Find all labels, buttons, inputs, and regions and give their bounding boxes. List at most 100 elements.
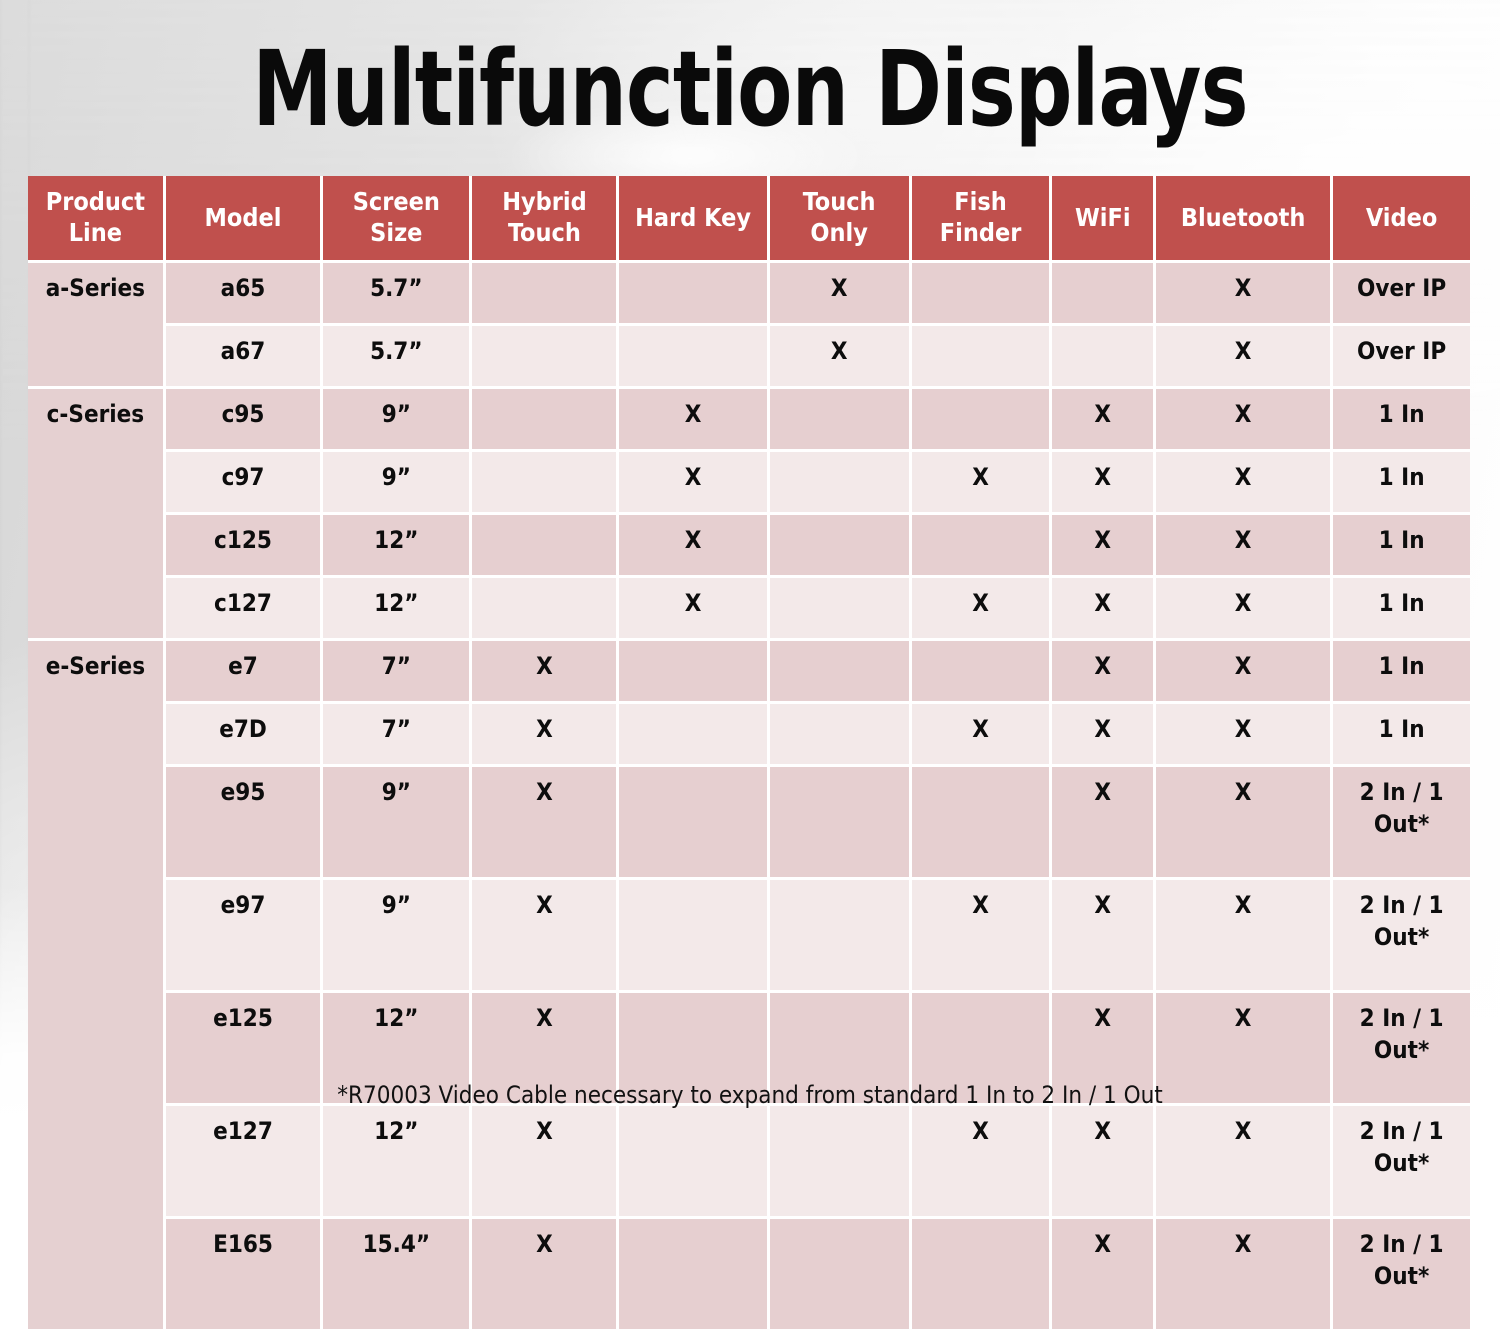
cell-video: 2 In / 1 Out*: [1333, 1219, 1470, 1332]
cell-bluetooth: X: [1156, 326, 1334, 389]
cell-model: a67: [165, 326, 324, 389]
cell-bluetooth: X: [1156, 704, 1334, 767]
cell-video: 1 In: [1333, 578, 1470, 641]
cell-wifi: X: [1052, 1106, 1157, 1219]
cell-model: e97: [165, 880, 324, 993]
cell-hybrid_touch: [472, 263, 620, 326]
cell-bluetooth: X: [1156, 389, 1334, 452]
cell-hard_key: [619, 1219, 770, 1332]
table-row: c127 12” X X X X 1 In: [28, 578, 1470, 641]
cell-wifi: X: [1052, 704, 1157, 767]
cell-wifi: X: [1052, 880, 1157, 993]
table-row: e127 12” X X X X 2 In / 1 Out*: [28, 1106, 1470, 1219]
column-header-bluetooth: Bluetooth: [1156, 176, 1334, 263]
cell-fish_finder: [911, 263, 1053, 326]
cell-hybrid_touch: X: [472, 1219, 620, 1332]
cell-bluetooth: X: [1156, 515, 1334, 578]
cell-wifi: X: [1052, 578, 1157, 641]
cell-bluetooth: X: [1156, 1106, 1334, 1219]
cell-wifi: X: [1052, 389, 1157, 452]
cell-screen_size: 5.7”: [323, 326, 473, 389]
table-row: c97 9” X X X X 1 In: [28, 452, 1470, 515]
cell-hard_key: [619, 326, 770, 389]
cell-fish_finder: X: [911, 578, 1053, 641]
cell-wifi: X: [1052, 641, 1157, 704]
cell-fish_finder: X: [911, 452, 1053, 515]
cell-hybrid_touch: X: [472, 704, 620, 767]
column-header-screen-size: Screen Size: [323, 176, 473, 263]
table-row: a-Series a65 5.7” X X Over IP: [28, 263, 1470, 389]
cell-screen_size: 12”: [323, 578, 473, 641]
cell-video: 1 In: [1333, 515, 1470, 578]
cell-bluetooth: X: [1156, 641, 1334, 704]
column-header-wifi: WiFi: [1052, 176, 1157, 263]
cell-hard_key: [619, 767, 770, 880]
cell-hard_key: [619, 1106, 770, 1219]
product-line-cell: e-Series: [28, 641, 166, 1332]
cell-fish_finder: X: [911, 1106, 1053, 1219]
cell-video: 1 In: [1333, 641, 1470, 704]
cell-video: 2 In / 1 Out*: [1333, 880, 1470, 993]
cell-model: e127: [165, 1106, 324, 1219]
table-row: e95 9” X X X 2 In / 1 Out*: [28, 767, 1470, 880]
cell-screen_size: 9”: [323, 452, 473, 515]
table-row: c125 12” X X X 1 In: [28, 515, 1470, 578]
cell-screen_size: 5.7”: [323, 263, 473, 326]
cell-video: 1 In: [1333, 389, 1470, 452]
cell-hard_key: [619, 704, 770, 767]
cell-touch_only: [769, 767, 912, 880]
cell-fish_finder: [911, 1219, 1053, 1332]
table-row: a67 5.7” X X Over IP: [28, 326, 1470, 389]
cell-fish_finder: X: [911, 880, 1053, 993]
cell-wifi: X: [1052, 452, 1157, 515]
table-row: E165 15.4” X X X 2 In / 1 Out*: [28, 1219, 1470, 1332]
cell-fish_finder: [911, 389, 1053, 452]
cell-hard_key: X: [619, 515, 770, 578]
cell-hard_key: X: [619, 578, 770, 641]
cell-video: 2 In / 1 Out*: [1333, 767, 1470, 880]
cell-hard_key: X: [619, 389, 770, 452]
cell-wifi: [1052, 326, 1157, 389]
cell-screen_size: 9”: [323, 767, 473, 880]
cell-touch_only: [769, 1106, 912, 1219]
cell-wifi: X: [1052, 767, 1157, 880]
cell-model: c125: [165, 515, 324, 578]
cell-model: c95: [165, 389, 324, 452]
cell-video: 2 In / 1 Out*: [1333, 1106, 1470, 1219]
product-line-cell: a-Series: [28, 263, 166, 389]
cell-hybrid_touch: [472, 515, 620, 578]
cell-screen_size: 12”: [323, 1106, 473, 1219]
cell-bluetooth: X: [1156, 1219, 1334, 1332]
cell-model: E165: [165, 1219, 324, 1332]
cell-hard_key: [619, 263, 770, 326]
cell-model: a65: [165, 263, 324, 326]
cell-wifi: X: [1052, 515, 1157, 578]
cell-hybrid_touch: X: [472, 1106, 620, 1219]
cell-touch_only: [769, 389, 912, 452]
cell-screen_size: 9”: [323, 389, 473, 452]
column-header-touch-only: Touch Only: [769, 176, 912, 263]
column-header-hybrid-touch: Hybrid Touch: [472, 176, 620, 263]
cell-screen_size: 7”: [323, 704, 473, 767]
table-row: c-Series c95 9” X X X 1 In: [28, 389, 1470, 641]
cell-model: c127: [165, 578, 324, 641]
cell-screen_size: 7”: [323, 641, 473, 704]
cell-wifi: X: [1052, 1219, 1157, 1332]
cell-touch_only: [769, 641, 912, 704]
cell-touch_only: X: [769, 326, 912, 389]
cell-video: Over IP: [1333, 263, 1470, 326]
cell-touch_only: [769, 880, 912, 993]
table-row: e-Series e7 7” X X X 1 In: [28, 641, 1470, 1332]
table-header-row: Product Line Model Screen Size Hybrid To…: [28, 176, 1470, 263]
cell-bluetooth: X: [1156, 767, 1334, 880]
cell-screen_size: 9”: [323, 880, 473, 993]
cell-hard_key: X: [619, 452, 770, 515]
cell-fish_finder: [911, 767, 1053, 880]
cell-hard_key: [619, 641, 770, 704]
cell-video: Over IP: [1333, 326, 1470, 389]
cell-fish_finder: [911, 641, 1053, 704]
table-row: e7D 7” X X X X 1 In: [28, 704, 1470, 767]
cell-hybrid_touch: X: [472, 880, 620, 993]
table-header: Product Line Model Screen Size Hybrid To…: [28, 176, 1470, 263]
cell-bluetooth: X: [1156, 452, 1334, 515]
